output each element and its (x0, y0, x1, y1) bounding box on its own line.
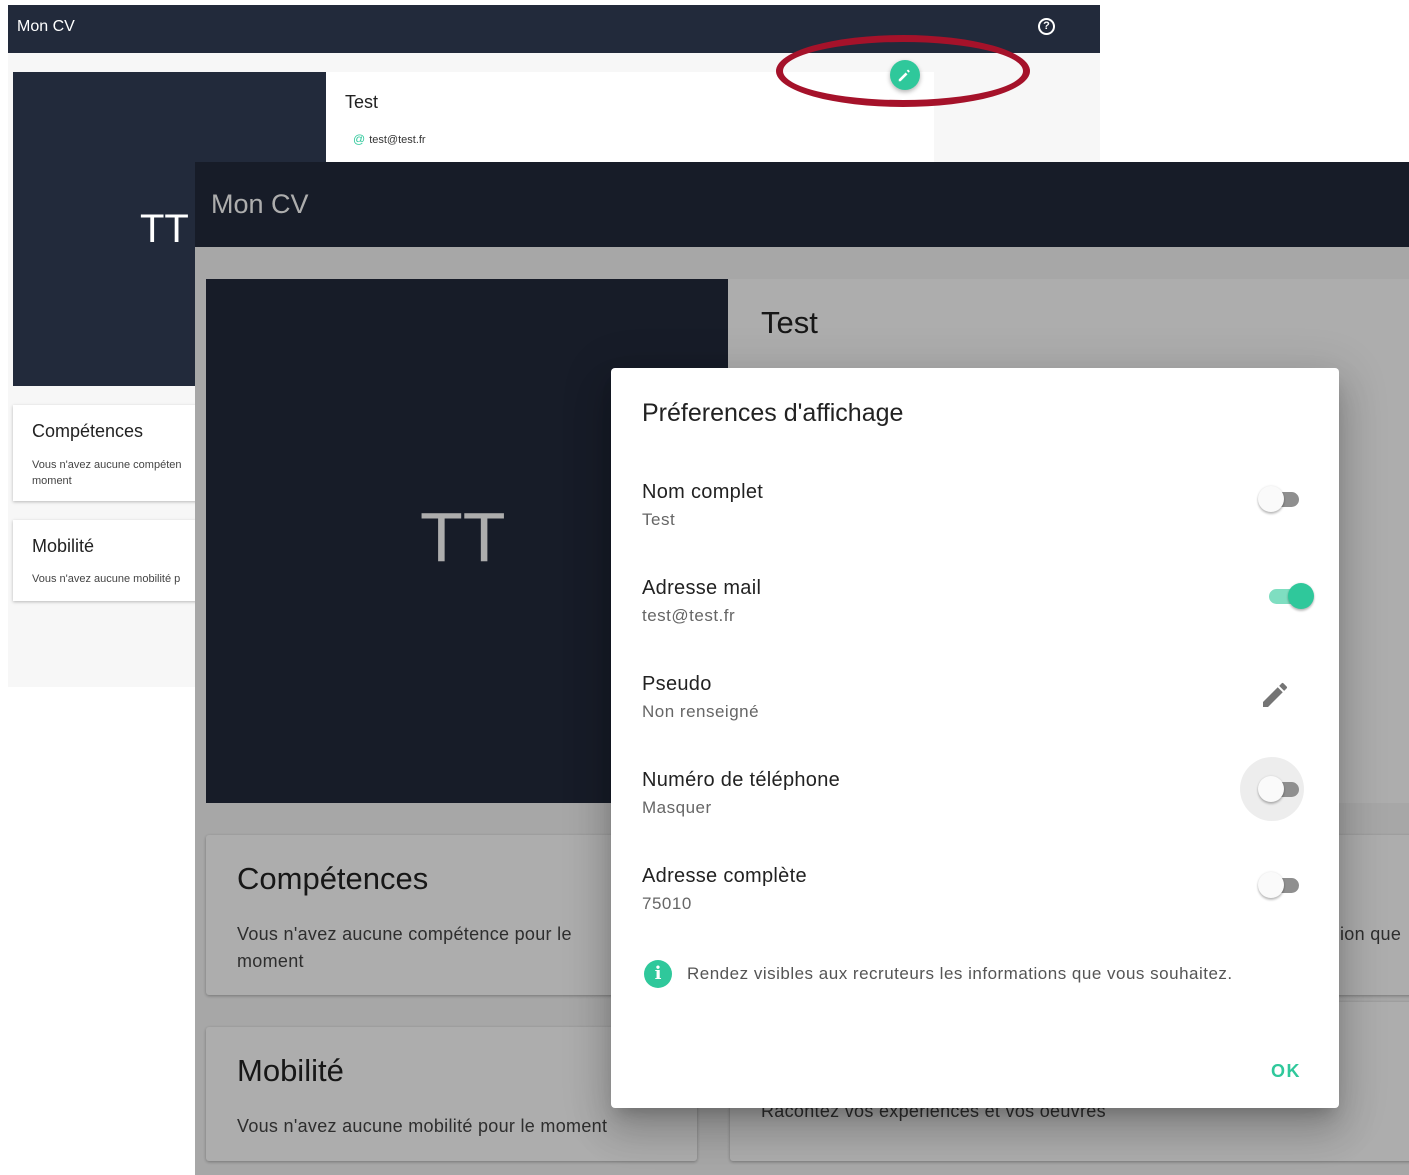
competences-card: Compétences Vous n'avez aucune compéten … (13, 405, 203, 501)
pref-adresse-mail: Adresse mail test@test.fr (642, 577, 1322, 647)
help-circle-icon[interactable]: ? (1038, 18, 1055, 35)
profile-email: test@test.fr (369, 134, 426, 146)
competences-text-line2: moment (32, 475, 72, 487)
info-hint: i Rendez visibles aux recruteurs les inf… (642, 960, 1322, 992)
pref-numero-telephone: Numéro de téléphone Masquer (642, 757, 1322, 839)
toggle-thumb (1258, 486, 1284, 512)
pref-value: Non renseigné (642, 702, 760, 721)
pref-nom-complet: Nom complet Test (642, 481, 1322, 551)
mobilite-title: Mobilité (32, 536, 95, 556)
toggle-thumb (1288, 583, 1314, 609)
mobilite-card: Mobilité Vous n'avez aucune mobilité p (13, 520, 203, 601)
info-text: Rendez visibles aux recruteurs les infor… (687, 964, 1233, 983)
pref-label: Adresse complète (642, 865, 807, 887)
pref-label: Numéro de téléphone (642, 769, 841, 791)
toggle-adresse-mail[interactable] (1264, 581, 1314, 611)
toggle-nom-complet[interactable] (1258, 484, 1299, 514)
competences-title: Compétences (32, 421, 144, 441)
pref-value: 75010 (642, 894, 692, 913)
ok-button[interactable]: OK (1251, 1051, 1321, 1091)
at-icon: @ (353, 132, 366, 146)
profile-name: Test (345, 92, 379, 112)
pencil-icon (1263, 682, 1288, 707)
pref-value: Masquer (642, 798, 712, 817)
edit-pseudo-button[interactable] (1259, 679, 1291, 711)
toggle-numero-telephone[interactable] (1240, 757, 1304, 821)
toggle-adresse-complete[interactable] (1258, 870, 1299, 900)
dialog-title: Préferences d'affichage (642, 399, 904, 427)
pref-adresse-complete: Adresse complète 75010 (642, 865, 1322, 935)
avatar-initials: TT (140, 207, 189, 251)
display-preferences-dialog: Préferences d'affichage Nom complet Test… (611, 368, 1339, 1108)
app-title: Mon CV (17, 18, 75, 35)
pref-value: Test (642, 510, 676, 529)
toggle-thumb (1258, 872, 1284, 898)
mobilite-text: Vous n'avez aucune mobilité p (32, 573, 181, 585)
pref-label: Nom complet (642, 481, 764, 503)
competences-text-line1: Vous n'avez aucune compéten (32, 459, 182, 471)
toggle-thumb (1258, 776, 1284, 802)
info-icon: i (644, 960, 672, 988)
profile-email-row: @ test@test.fr (353, 132, 426, 146)
pref-pseudo: Pseudo Non renseigné (642, 673, 1322, 743)
highlight-ellipse (776, 35, 1030, 107)
pref-label: Adresse mail (642, 577, 762, 599)
pref-value: test@test.fr (642, 606, 736, 625)
pref-label: Pseudo (642, 673, 712, 695)
